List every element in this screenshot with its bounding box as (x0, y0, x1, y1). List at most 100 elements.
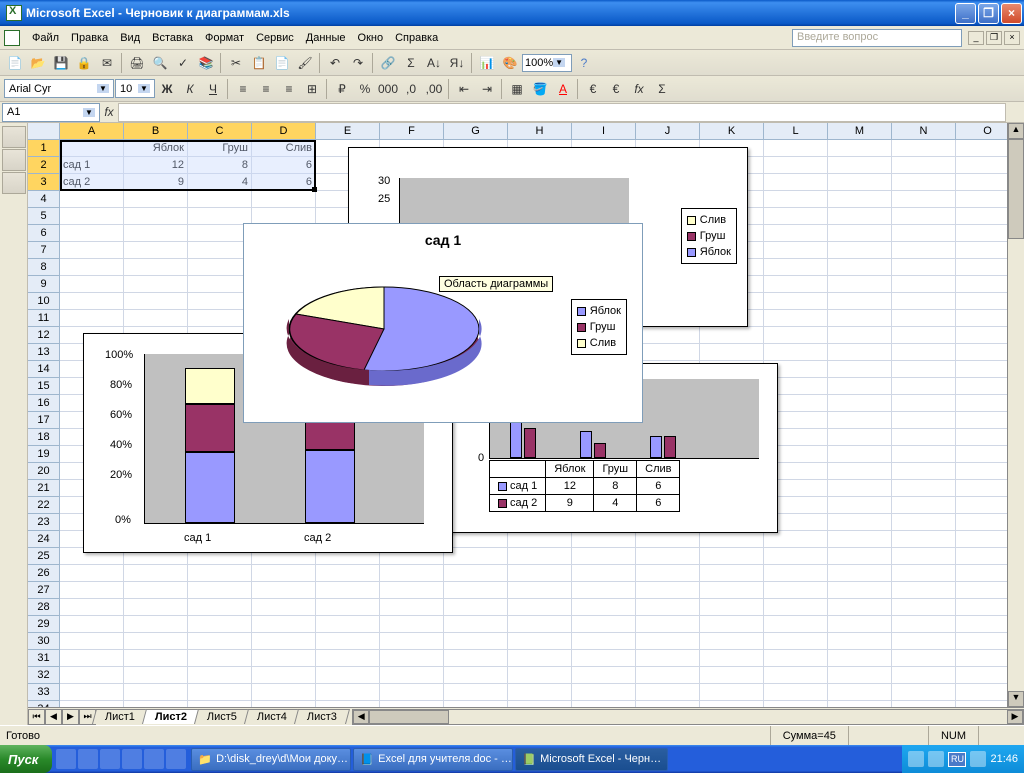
row-header[interactable]: 13 (28, 344, 60, 361)
cell[interactable] (828, 412, 892, 429)
cell[interactable] (700, 548, 764, 565)
cell[interactable]: Слив (252, 140, 316, 157)
name-box[interactable]: A1▼ (2, 103, 100, 122)
cell[interactable] (124, 684, 188, 701)
tab-nav-first[interactable]: ⏮ (28, 709, 45, 725)
cell[interactable] (892, 191, 956, 208)
cell[interactable]: 6 (252, 157, 316, 174)
cell[interactable] (124, 650, 188, 667)
cell[interactable] (828, 191, 892, 208)
menu-insert[interactable]: Вставка (146, 30, 199, 46)
cell[interactable] (700, 327, 764, 344)
col-header[interactable]: D (252, 123, 316, 139)
cell[interactable] (892, 259, 956, 276)
sort-desc-icon[interactable]: Я↓ (446, 52, 468, 74)
cell[interactable] (60, 259, 124, 276)
cell[interactable] (700, 531, 764, 548)
cell[interactable] (764, 310, 828, 327)
cell[interactable] (892, 310, 956, 327)
row-header[interactable]: 18 (28, 429, 60, 446)
sheet-tab[interactable]: Лист3 (294, 709, 350, 724)
cell[interactable] (444, 599, 508, 616)
cell[interactable] (892, 395, 956, 412)
scroll-up-icon[interactable]: ▲ (1008, 123, 1024, 139)
cell[interactable] (892, 276, 956, 293)
cell[interactable] (188, 633, 252, 650)
preview-icon[interactable]: 🔍 (149, 52, 171, 74)
cell[interactable] (60, 140, 124, 157)
paste-icon[interactable]: 📄 (271, 52, 293, 74)
cell[interactable] (252, 684, 316, 701)
font-combo[interactable]: Arial Cyr▼ (4, 79, 114, 98)
cell[interactable] (60, 650, 124, 667)
task-button[interactable]: 📗 Microsoft Excel - Черн… (515, 748, 668, 771)
row-header[interactable]: 5 (28, 208, 60, 225)
cell[interactable] (444, 616, 508, 633)
row-header[interactable]: 21 (28, 480, 60, 497)
row-header[interactable]: 12 (28, 327, 60, 344)
cell[interactable] (828, 582, 892, 599)
chart-icon[interactable]: 📊 (476, 52, 498, 74)
dec-decimal-icon[interactable]: ,00 (423, 78, 445, 100)
tray-icon[interactable] (970, 751, 986, 767)
cell[interactable] (764, 191, 828, 208)
cell[interactable] (828, 242, 892, 259)
side-tool-2[interactable] (2, 149, 26, 171)
cell[interactable] (636, 565, 700, 582)
menu-tools[interactable]: Сервис (250, 30, 300, 46)
row-header[interactable]: 25 (28, 548, 60, 565)
cell[interactable] (316, 650, 380, 667)
save-icon[interactable]: 💾 (50, 52, 72, 74)
cell[interactable] (828, 259, 892, 276)
cell[interactable] (700, 599, 764, 616)
cell[interactable] (892, 531, 956, 548)
cell[interactable] (380, 633, 444, 650)
cell[interactable] (444, 548, 508, 565)
cell[interactable] (124, 565, 188, 582)
cell[interactable] (124, 208, 188, 225)
row-header[interactable]: 10 (28, 293, 60, 310)
cell[interactable] (252, 582, 316, 599)
cell[interactable] (892, 480, 956, 497)
help-search-input[interactable]: Введите вопрос (792, 29, 962, 47)
research-icon[interactable]: 📚 (195, 52, 217, 74)
lang-indicator[interactable]: RU (948, 752, 966, 767)
cell[interactable] (892, 446, 956, 463)
cell[interactable] (60, 582, 124, 599)
cell[interactable] (892, 225, 956, 242)
drawing-icon[interactable]: 🎨 (499, 52, 521, 74)
cell[interactable] (764, 582, 828, 599)
ql-icon[interactable] (100, 749, 120, 769)
cell[interactable]: Груш (188, 140, 252, 157)
bold-icon[interactable]: Ж (156, 78, 178, 100)
col-header[interactable]: G (444, 123, 508, 139)
cell[interactable] (572, 548, 636, 565)
ql-icon[interactable] (122, 749, 142, 769)
cell[interactable] (124, 616, 188, 633)
worksheet[interactable]: A B C D E F G H I J K L M N O 1ЯблокГруш… (28, 123, 1024, 725)
cell[interactable] (892, 616, 956, 633)
cell[interactable] (380, 599, 444, 616)
cell[interactable] (828, 310, 892, 327)
fill-color-icon[interactable]: 🪣 (529, 78, 551, 100)
cell[interactable] (764, 599, 828, 616)
cell[interactable] (572, 616, 636, 633)
cell[interactable] (828, 174, 892, 191)
align-left-icon[interactable]: ≡ (232, 78, 254, 100)
row-header[interactable]: 22 (28, 497, 60, 514)
cell[interactable] (508, 565, 572, 582)
select-all-corner[interactable] (28, 123, 60, 139)
cell[interactable] (700, 633, 764, 650)
cell[interactable] (764, 616, 828, 633)
cell[interactable] (764, 667, 828, 684)
cell[interactable] (828, 378, 892, 395)
row-header[interactable]: 8 (28, 259, 60, 276)
cell[interactable] (892, 174, 956, 191)
row-header[interactable]: 20 (28, 463, 60, 480)
cell[interactable] (764, 633, 828, 650)
cell[interactable] (124, 633, 188, 650)
font-color-icon[interactable]: A (552, 78, 574, 100)
cell[interactable] (828, 480, 892, 497)
format-painter-icon[interactable]: 🖌 (294, 52, 316, 74)
cell[interactable] (636, 344, 700, 361)
